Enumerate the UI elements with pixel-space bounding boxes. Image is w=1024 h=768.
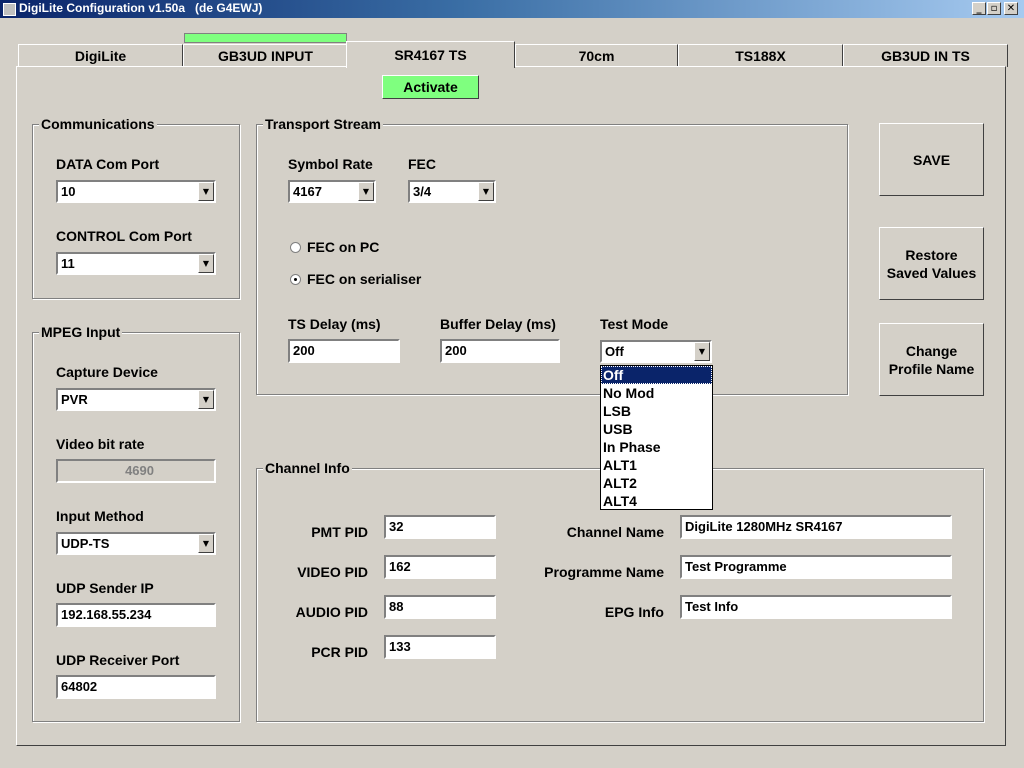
test-mode-dropdown-list[interactable]: Off No Mod LSB USB In Phase ALT1 ALT2 AL… [600,365,713,510]
test-mode-select[interactable]: Off ▼ [600,340,712,363]
channel-info-legend: Channel Info [263,460,352,476]
udp-receiver-port-label: UDP Receiver Port [56,652,180,668]
ts-delay-field[interactable]: 200 [288,339,400,363]
test-mode-value: Off [605,344,624,359]
fec-on-pc-label[interactable]: FEC on PC [307,239,379,255]
tab-ts188x[interactable]: TS188X [678,44,843,67]
chevron-down-icon[interactable]: ▼ [198,390,214,409]
symbol-rate-select[interactable]: 4167 ▼ [288,180,376,203]
capture-device-value: PVR [61,392,88,407]
chevron-down-icon[interactable]: ▼ [694,342,710,361]
pcr-pid-label: PCR PID [311,644,368,660]
test-mode-label: Test Mode [600,316,669,332]
buffer-delay-label: Buffer Delay (ms) [440,316,556,332]
programme-name-label: Programme Name [544,564,664,580]
change-profile-name-button[interactable]: Change Profile Name [879,323,984,396]
epg-info-label: EPG Info [604,604,664,620]
fec-value: 3/4 [413,184,432,199]
capture-device-label: Capture Device [56,364,158,380]
video-bit-rate-label: Video bit rate [56,436,145,452]
control-com-port-select[interactable]: 11 ▼ [56,252,216,275]
chevron-down-icon[interactable]: ▼ [358,182,374,201]
data-com-port-select[interactable]: 10 ▼ [56,180,216,203]
pmt-pid-field[interactable]: 32 [384,515,496,539]
activate-button[interactable]: Activate [382,75,479,99]
mpeg-input-legend: MPEG Input [39,324,123,340]
pmt-pid-label: PMT PID [311,524,368,540]
video-pid-label: VIDEO PID [297,564,368,580]
tab-gb3ud-in-ts[interactable]: GB3UD IN TS [843,44,1008,67]
test-mode-option[interactable]: In Phase [601,438,712,456]
udp-receiver-port-field[interactable]: 64802 [56,675,216,699]
fec-select[interactable]: 3/4 ▼ [408,180,496,203]
chevron-down-icon[interactable]: ▼ [198,254,214,273]
app-icon [3,3,16,16]
ts-delay-label: TS Delay (ms) [288,316,381,332]
save-button-label: SAVE [912,151,951,168]
title-bar[interactable]: DigiLite Configuration v1.50a (de G4EWJ)… [0,0,1024,18]
audio-pid-field[interactable]: 88 [384,595,496,619]
pcr-pid-field[interactable]: 133 [384,635,496,659]
restore-saved-values-button[interactable]: Restore Saved Values [879,227,984,300]
fec-label: FEC [408,156,436,172]
transport-stream-legend: Transport Stream [263,116,383,132]
chevron-down-icon[interactable]: ▼ [198,182,214,201]
tab-gb3ud-input[interactable]: GB3UD INPUT [183,44,348,67]
control-com-port-value: 11 [61,256,75,271]
capture-device-select[interactable]: PVR ▼ [56,388,216,411]
radio-selected-dot [294,278,297,281]
data-com-port-value: 10 [61,184,76,199]
chevron-down-icon[interactable]: ▼ [198,534,214,553]
communications-legend: Communications [39,116,157,132]
epg-info-field[interactable]: Test Info [680,595,952,619]
close-button[interactable]: ✕ [1004,2,1018,15]
test-mode-option[interactable]: LSB [601,402,712,420]
window-title: DigiLite Configuration v1.50a (de G4EWJ) [19,1,263,15]
channel-name-field[interactable]: DigiLite 1280MHz SR4167 [680,515,952,539]
programme-name-field[interactable]: Test Programme [680,555,952,579]
restore-button-line1: Restore [905,246,958,263]
fec-on-serialiser-radio[interactable] [290,274,301,285]
test-mode-option[interactable]: ALT1 [601,456,712,474]
input-method-select[interactable]: UDP-TS ▼ [56,532,216,555]
active-profile-indicator [184,33,347,43]
video-pid-field[interactable]: 162 [384,555,496,579]
change-button-line2: Profile Name [888,360,975,377]
fec-on-serialiser-label[interactable]: FEC on serialiser [307,271,421,287]
symbol-rate-label: Symbol Rate [288,156,373,172]
udp-sender-ip-field[interactable]: 192.168.55.234 [56,603,216,627]
data-com-port-label: DATA Com Port [56,156,160,172]
test-mode-option[interactable]: USB [601,420,712,438]
restore-button[interactable]: ▫ [987,2,1001,15]
video-bit-rate-field: 4690 [56,459,216,483]
tab-70cm[interactable]: 70cm [515,44,678,67]
udp-sender-ip-label: UDP Sender IP [56,580,154,596]
fec-on-pc-radio[interactable] [290,242,301,253]
test-mode-option[interactable]: No Mod [601,384,712,402]
restore-button-line2: Saved Values [886,264,977,281]
tab-sr4167-ts[interactable]: SR4167 TS [346,41,515,68]
minimize-button[interactable]: _ [972,2,986,15]
test-mode-option[interactable]: ALT4 [601,492,712,510]
save-button[interactable]: SAVE [879,123,984,196]
input-method-value: UDP-TS [61,536,110,551]
tab-digilite[interactable]: DigiLite [18,44,183,67]
channel-name-label: Channel Name [566,524,664,540]
control-com-port-label: CONTROL Com Port [56,228,192,244]
buffer-delay-field[interactable]: 200 [440,339,560,363]
audio-pid-label: AUDIO PID [295,604,368,620]
input-method-label: Input Method [56,508,144,524]
change-button-line1: Change [905,342,958,359]
symbol-rate-value: 4167 [293,184,322,199]
test-mode-option[interactable]: ALT2 [601,474,712,492]
test-mode-option[interactable]: Off [601,366,712,384]
chevron-down-icon[interactable]: ▼ [478,182,494,201]
